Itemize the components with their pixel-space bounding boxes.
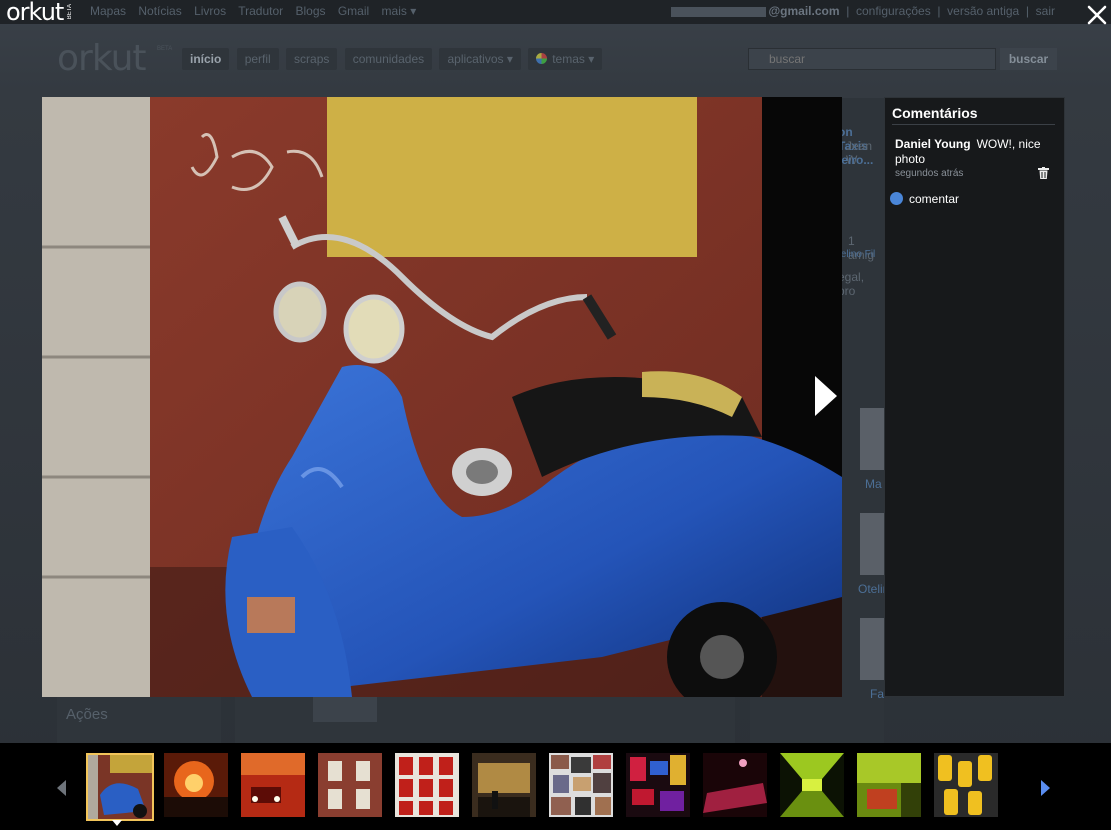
account-links: @gmail.com | configurações | versão anti… bbox=[671, 4, 1055, 18]
main-nav: início perfil scraps comunidades aplicat… bbox=[182, 48, 606, 70]
filmstrip-thumb[interactable] bbox=[472, 753, 536, 817]
link-noticias[interactable]: Notícias bbox=[138, 4, 181, 18]
link-tradutor[interactable]: Tradutor bbox=[238, 4, 283, 18]
comments-panel: Comentários Daniel Young WOW!, nice photo… bbox=[884, 97, 1065, 697]
filmstrip-thumb[interactable] bbox=[549, 753, 613, 817]
beta-label: BETA bbox=[67, 4, 73, 20]
filmstrip-thumb[interactable] bbox=[857, 753, 921, 817]
beta-label-big: BETA bbox=[157, 46, 173, 52]
friend-photo[interactable] bbox=[860, 408, 886, 470]
tab-temas[interactable]: temas ▾ bbox=[528, 48, 603, 70]
link-livros[interactable]: Livros bbox=[194, 4, 226, 18]
orkut-logo[interactable]: orkut bbox=[57, 38, 146, 79]
tab-scraps[interactable]: scraps bbox=[286, 48, 338, 70]
tab-comunidades[interactable]: comunidades bbox=[344, 48, 433, 70]
tab-perfil[interactable]: perfil bbox=[236, 48, 279, 70]
prev-strip-arrow-icon[interactable] bbox=[55, 779, 67, 797]
link-configuracoes[interactable]: configurações bbox=[856, 4, 931, 18]
comment-author[interactable]: Daniel Young bbox=[895, 137, 971, 151]
orkut-logo-small[interactable]: orkut bbox=[6, 0, 64, 24]
add-comment-link[interactable]: comentar bbox=[890, 192, 959, 206]
filmstrip-thumb[interactable] bbox=[934, 753, 998, 817]
filmstrip-thumb[interactable] bbox=[241, 753, 305, 817]
comment-item: Daniel Young WOW!, nice photo segundos at… bbox=[895, 137, 1045, 180]
theme-icon bbox=[536, 53, 548, 64]
search-field bbox=[748, 48, 996, 70]
divider bbox=[892, 124, 1055, 125]
comment-bubble-icon bbox=[890, 192, 903, 205]
selected-caret-icon bbox=[112, 820, 122, 826]
peek-text: telino Fil bbox=[838, 249, 876, 260]
filmstrip-thumb[interactable] bbox=[780, 753, 844, 817]
friend-name[interactable]: Ma bbox=[865, 477, 882, 491]
trash-icon[interactable] bbox=[1038, 167, 1049, 179]
google-links: Mapas Notícias Livros Tradutor Blogs Gma… bbox=[90, 4, 425, 18]
main-photo bbox=[42, 97, 842, 697]
link-mapas[interactable]: Mapas bbox=[90, 4, 126, 18]
top-bar: orkut BETA Mapas Notícias Livros Traduto… bbox=[0, 0, 1111, 24]
link-blogs[interactable]: Blogs bbox=[295, 4, 325, 18]
tab-inicio[interactable]: início bbox=[182, 48, 230, 70]
scooter-photo bbox=[42, 97, 842, 697]
tab-temas-label: temas ▾ bbox=[552, 52, 595, 66]
center-content bbox=[235, 695, 735, 745]
filmstrip-thumb[interactable] bbox=[164, 753, 228, 817]
search-button[interactable]: buscar bbox=[1000, 48, 1057, 70]
link-gmail[interactable]: Gmail bbox=[338, 4, 369, 18]
friend-photo[interactable] bbox=[860, 513, 886, 575]
tab-aplicativos[interactable]: aplicativos ▾ bbox=[439, 48, 521, 70]
next-strip-arrow-icon[interactable] bbox=[1040, 779, 1052, 797]
friend-photo[interactable] bbox=[860, 618, 886, 680]
peek-text: egal, pro bbox=[838, 270, 865, 298]
add-comment-label: comentar bbox=[909, 192, 960, 206]
link-sair[interactable]: sair bbox=[1036, 4, 1055, 18]
peek-text: leiro... bbox=[838, 153, 874, 167]
comments-title: Comentários bbox=[892, 105, 978, 121]
account-email: @gmail.com bbox=[768, 4, 840, 18]
friend-name[interactable]: Fa bbox=[870, 687, 884, 701]
next-photo-arrow[interactable] bbox=[812, 373, 840, 419]
link-mais[interactable]: mais ▾ bbox=[382, 4, 417, 18]
filmstrip-thumb-selected[interactable] bbox=[86, 753, 154, 821]
content-thumbnail bbox=[313, 697, 377, 722]
filmstrip-thumb[interactable] bbox=[703, 753, 767, 817]
close-icon[interactable] bbox=[1085, 3, 1109, 27]
filmstrip-thumb[interactable] bbox=[626, 753, 690, 817]
filmstrip-thumb[interactable] bbox=[395, 753, 459, 817]
link-versao-antiga[interactable]: versão antiga bbox=[947, 4, 1019, 18]
redacted-email bbox=[671, 6, 767, 17]
comment-time: segundos atrás bbox=[895, 168, 964, 179]
search-input[interactable] bbox=[767, 49, 991, 69]
acoes-heading: Ações bbox=[66, 706, 108, 723]
filmstrip-thumb[interactable] bbox=[318, 753, 382, 817]
